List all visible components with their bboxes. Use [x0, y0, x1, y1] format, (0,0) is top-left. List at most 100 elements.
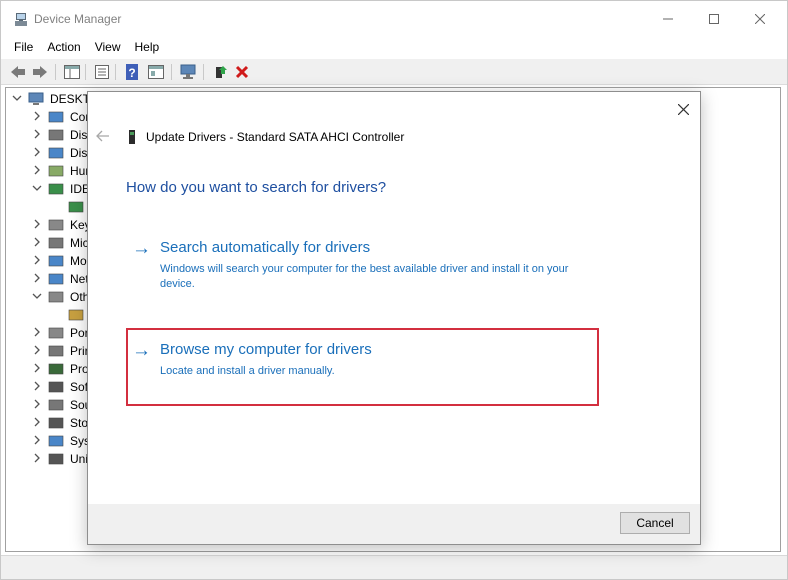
- browse-option-title: Browse my computer for drivers: [160, 341, 372, 358]
- browse-computer-option[interactable]: → Browse my computer for drivers Locate …: [132, 340, 612, 380]
- device-category-icon: [48, 291, 64, 303]
- device-category-icon: [48, 327, 64, 339]
- help-button[interactable]: ?: [123, 63, 141, 81]
- search-option-title: Search automatically for drivers: [160, 239, 371, 256]
- chevron-down-icon[interactable]: [32, 183, 42, 195]
- device-category-icon: [48, 147, 64, 159]
- close-window-button[interactable]: [737, 1, 783, 37]
- forward-button[interactable]: [31, 63, 49, 81]
- scan-hardware-icon: [180, 64, 196, 79]
- device-category-icon: [48, 435, 64, 447]
- back-arrow-icon: [96, 130, 109, 142]
- chevron-right-icon[interactable]: [32, 255, 42, 267]
- back-icon: [11, 66, 25, 78]
- chevron-right-icon[interactable]: [32, 327, 42, 339]
- tree-item-label: Sto: [70, 416, 89, 430]
- maximize-icon: [709, 14, 719, 24]
- device-manager-window: Device Manager File Action View Help ? D…: [0, 0, 788, 580]
- view-button[interactable]: [147, 63, 165, 81]
- chevron-right-icon[interactable]: [32, 381, 42, 393]
- properties-icon: [95, 65, 109, 79]
- device-category-icon: [48, 237, 64, 249]
- minimize-button[interactable]: [645, 1, 691, 37]
- toolbar: ?: [1, 59, 787, 85]
- chevron-right-icon[interactable]: [32, 273, 42, 285]
- uninstall-button[interactable]: [233, 63, 251, 81]
- chevron-right-icon[interactable]: [32, 219, 42, 231]
- tree-item-label: Por: [70, 326, 89, 340]
- device-category-icon: [48, 111, 64, 123]
- tree-item-label: Mic: [70, 236, 89, 250]
- properties-button[interactable]: [93, 63, 111, 81]
- device-category-icon: [68, 201, 84, 213]
- browse-option-description: Locate and install a driver manually.: [160, 365, 335, 377]
- chevron-right-icon[interactable]: [32, 417, 42, 429]
- menu-bar: File Action View Help: [1, 37, 787, 57]
- menu-action[interactable]: Action: [40, 37, 87, 57]
- search-option-description: Windows will search your computer for th…: [160, 263, 569, 290]
- device-category-icon: [48, 399, 64, 411]
- menu-file[interactable]: File: [1, 37, 40, 57]
- dialog-back-button[interactable]: [96, 129, 110, 146]
- tree-item-label: Sof: [70, 380, 89, 394]
- svg-text:?: ?: [128, 66, 135, 80]
- device-category-icon: [48, 363, 64, 375]
- chevron-right-icon[interactable]: [32, 399, 42, 411]
- maximize-button[interactable]: [691, 1, 737, 37]
- menu-view[interactable]: View: [88, 37, 128, 57]
- show-hide-tree-button[interactable]: [63, 63, 81, 81]
- tree-item-label: Pro: [70, 362, 89, 376]
- minimize-icon: [663, 18, 673, 20]
- forward-icon: [33, 66, 47, 78]
- toolbar-separator: [85, 64, 86, 80]
- chevron-right-icon[interactable]: [32, 111, 42, 123]
- update-driver-icon: [216, 66, 227, 78]
- device-manager-icon: [15, 13, 27, 26]
- close-icon: [677, 103, 689, 115]
- help-icon: ?: [126, 64, 138, 80]
- close-icon: [755, 14, 765, 24]
- title-bar: Device Manager: [1, 1, 787, 37]
- driver-chip-icon: [129, 130, 135, 144]
- tree-item-label: Mo: [70, 254, 87, 268]
- chevron-right-icon[interactable]: [32, 363, 42, 375]
- device-category-icon: [48, 183, 64, 195]
- toolbar-separator: [171, 64, 172, 80]
- dialog-footer: Cancel: [88, 504, 700, 544]
- device-category-icon: [48, 255, 64, 267]
- chevron-right-icon[interactable]: [32, 129, 42, 141]
- cancel-button[interactable]: Cancel: [620, 512, 690, 534]
- tree-item-label: Prir: [70, 344, 89, 358]
- search-automatically-option[interactable]: → Search automatically for drivers Windo…: [132, 238, 612, 294]
- device-category-icon: [48, 417, 64, 429]
- uninstall-icon: [235, 65, 249, 79]
- update-drivers-dialog: Update Drivers - Standard SATA AHCI Cont…: [87, 91, 701, 545]
- view-icon: [148, 65, 164, 79]
- chevron-right-icon[interactable]: [32, 237, 42, 249]
- chevron-right-icon[interactable]: [32, 147, 42, 159]
- chevron-right-icon[interactable]: [32, 435, 42, 447]
- device-category-icon: [48, 165, 64, 177]
- update-driver-button[interactable]: [211, 63, 229, 81]
- dialog-close-button[interactable]: [672, 98, 694, 120]
- back-button[interactable]: [9, 63, 27, 81]
- chevron-right-icon[interactable]: [32, 165, 42, 177]
- dialog-question: How do you want to search for drivers?: [126, 179, 387, 196]
- device-category-icon: [48, 381, 64, 393]
- tree-item-label: Net: [70, 272, 89, 286]
- device-category-icon: [48, 273, 64, 285]
- menu-help[interactable]: Help: [128, 37, 167, 57]
- chevron-down-icon[interactable]: [32, 291, 42, 303]
- toolbar-separator: [203, 64, 204, 80]
- toolbar-separator: [115, 64, 116, 80]
- tree-item-label: Uni: [70, 452, 89, 466]
- device-category-icon: [48, 453, 64, 465]
- arrow-right-icon: →: [132, 238, 151, 259]
- device-category-icon: [48, 129, 64, 141]
- chevron-right-icon[interactable]: [32, 345, 42, 357]
- chevron-down-icon[interactable]: [12, 93, 22, 105]
- scan-hardware-button[interactable]: [179, 63, 197, 81]
- chevron-right-icon[interactable]: [32, 453, 42, 465]
- device-category-icon: [68, 309, 84, 321]
- window-title: Device Manager: [34, 12, 122, 26]
